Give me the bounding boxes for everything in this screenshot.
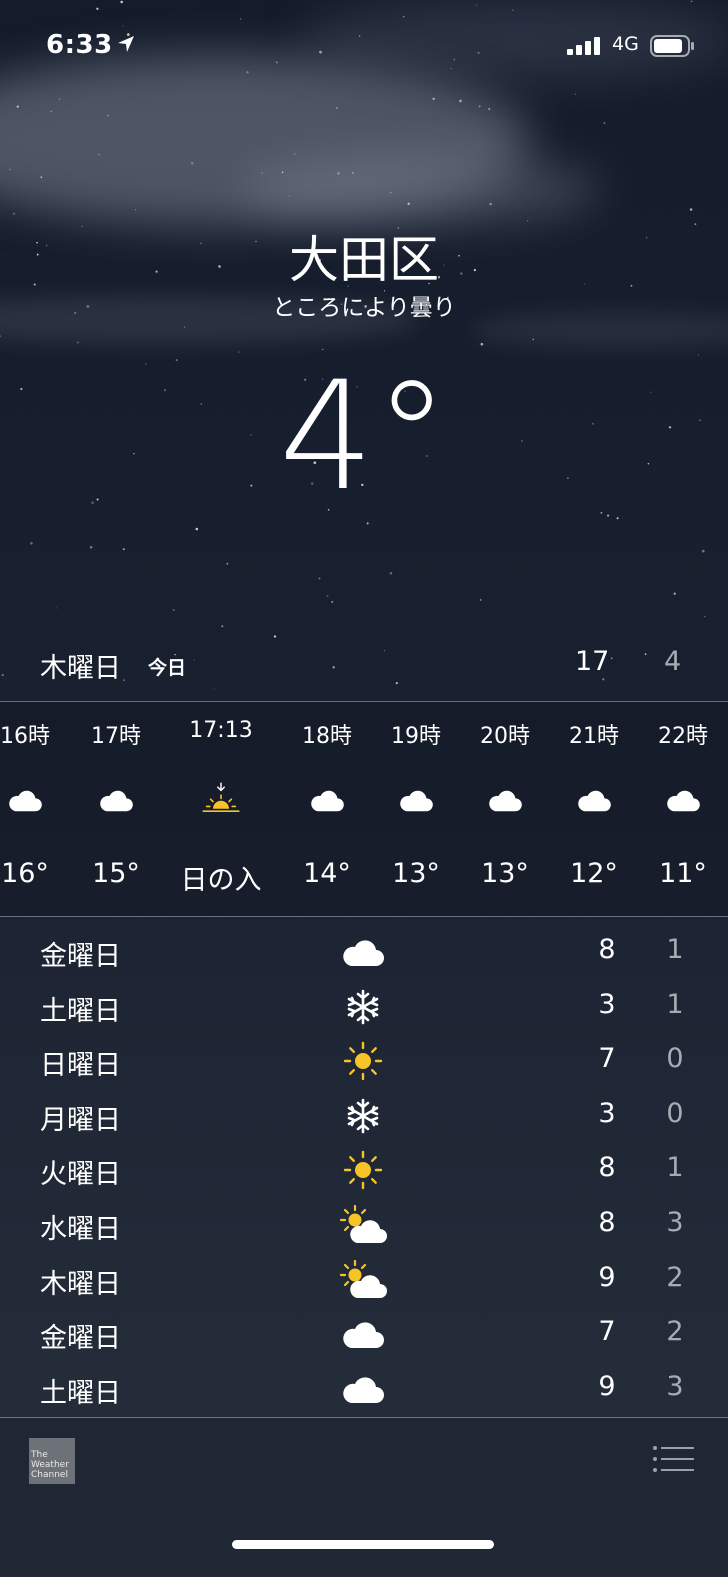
sun-icon [338,1039,388,1083]
cloud-icon [338,1312,388,1356]
day-high: 7 [598,1043,616,1075]
hourly-item: 17時 15° [66,702,166,916]
day-name: 月曜日 [40,1104,121,1136]
cellular-signal-icon [567,37,600,55]
day-name: 日曜日 [40,1050,121,1082]
day-low: 2 [666,1261,684,1293]
hour-time: 22時 [658,724,708,749]
daily-row: 日曜日 7 0 [0,1033,728,1087]
hour-time: 17時 [91,724,141,749]
hour-value: 11° [659,858,707,889]
hourly-forecast[interactable]: 16時 16° 17時 15° 17:13 日の入 18時 14° 19時 13° 20時 13° 21… [0,702,728,916]
today-label: 今日 [148,657,187,679]
day-low: 0 [666,1043,684,1075]
day-low: 1 [666,934,684,965]
city-list-icon[interactable] [652,1444,694,1474]
day-high: 8 [598,1152,616,1184]
hourly-item: 20時 13° [455,702,555,916]
day-name: 土曜日 [40,995,121,1027]
hour-time: 18時 [302,724,352,749]
day-name: 火曜日 [40,1159,121,1191]
hour-time: 21時 [569,724,619,749]
hourly-item: 16時 16° [0,702,75,916]
snowflake-icon [338,985,388,1029]
hour-value: 16° [1,858,49,889]
hour-value: 15° [92,858,140,889]
day-name: 土曜日 [40,1377,121,1409]
hourly-item: 21時 12° [544,702,644,916]
today-high: 17 [575,646,610,677]
cloud-icon [307,780,347,820]
hour-time: 20時 [480,724,530,749]
cloud-icon [485,780,525,820]
snowflake-icon [338,1094,388,1138]
day-name: 水曜日 [40,1214,121,1245]
cloud-icon [338,1367,388,1411]
sunset-icon [201,780,241,820]
weather-channel-logo[interactable]: The Weather Channel [29,1438,75,1484]
hour-value: 13° [392,858,440,889]
day-low: 1 [666,988,684,1020]
day-low: 0 [666,1097,684,1129]
daily-row: 月曜日 3 0 [0,1088,728,1142]
today-low: 4 [664,646,682,677]
day-high: 7 [598,1316,616,1348]
today-weekday: 木曜日 [40,653,121,684]
daily-row: 土曜日 9 3 [0,1361,728,1415]
city-name: 大田区 [289,231,439,289]
cloud-icon [5,780,45,820]
day-low: 3 [666,1207,684,1238]
daily-row: 木曜日 9 2 [0,1252,728,1306]
status-time: 6:33 [46,30,113,60]
sun-icon [338,1148,388,1192]
partly-cloudy-icon [338,1258,388,1302]
day-low: 2 [666,1316,684,1348]
bottom-toolbar [0,1418,728,1577]
day-name: 木曜日 [40,1268,121,1300]
daily-row: 土曜日 3 1 [0,979,728,1033]
hour-value: 14° [303,858,351,889]
cloud-icon [96,780,136,820]
daily-row: 金曜日 7 2 [0,1306,728,1360]
today-summary-row: 木曜日 今日 17 4 [0,640,728,684]
status-bar: 6:33 4G [0,28,728,64]
hour-time: 17:13 [189,718,253,743]
partly-cloudy-icon [338,1203,388,1247]
hour-value: 13° [481,858,529,889]
hour-value: 日の入 [180,865,262,896]
cloud-icon [338,930,388,974]
day-high: 3 [598,988,616,1020]
cloud-icon [663,780,703,820]
weather-condition: ところにより曇り [272,295,456,321]
daily-row: 火曜日 8 1 [0,1142,728,1196]
current-temperature: 4° [278,350,450,524]
hourly-item: 18時 14° [277,702,377,916]
day-low: 3 [666,1370,684,1402]
location-arrow-icon [118,36,134,52]
daily-row: 水曜日 8 3 [0,1197,728,1251]
battery-icon [650,35,694,57]
network-type: 4G [612,33,639,55]
divider [0,916,728,917]
cloud-icon [574,780,614,820]
hour-value: 12° [570,858,618,889]
hourly-item: 19時 13° [366,702,466,916]
hour-time: 19時 [391,724,441,749]
home-indicator[interactable] [232,1540,494,1549]
day-low: 1 [666,1152,684,1184]
hour-time: 16時 [0,724,50,749]
day-high: 9 [598,1261,616,1293]
day-name: 金曜日 [40,1323,121,1355]
day-high: 8 [598,934,616,965]
hourly-item: 22時 11° [633,702,728,916]
day-high: 3 [598,1097,616,1129]
day-name: 金曜日 [40,941,121,972]
day-high: 9 [598,1370,616,1402]
cloud-icon [396,780,436,820]
day-high: 8 [598,1207,616,1238]
daily-row: 金曜日 8 1 [0,924,728,978]
hourly-item: 17:13 日の入 [171,702,271,916]
